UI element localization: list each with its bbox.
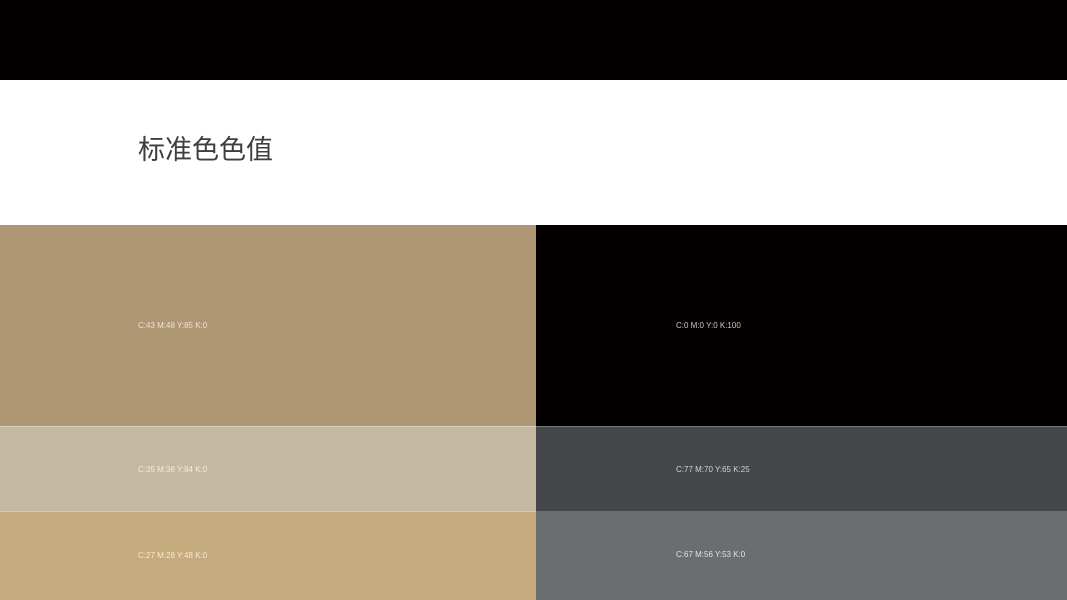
swatch-label: C:43 M:48 Y:85 K:0 [138, 321, 208, 330]
top-bar [0, 0, 1067, 80]
color-swatch-right-2: C:77 M:70 Y:65 K:25 [536, 426, 1067, 511]
color-spec-page: 标准色色值 C:43 M:48 Y:85 K:0 C:35 M:38 Y:84 … [0, 0, 1067, 600]
page-title: 标准色色值 [138, 135, 273, 166]
color-swatch-left-2: C:35 M:38 Y:84 K:0 [0, 426, 536, 511]
swatch-label: C:0 M:0 Y:0 K:100 [676, 321, 741, 330]
color-swatch-left-3: C:27 M:28 Y:48 K:0 [0, 511, 536, 600]
color-swatch-right-1: C:0 M:0 Y:0 K:100 [536, 225, 1067, 426]
swatch-label: C:27 M:28 Y:48 K:0 [138, 551, 208, 560]
title-area: 标准色色值 [0, 80, 1067, 225]
swatch-label: C:77 M:70 Y:65 K:25 [676, 465, 750, 474]
swatch-label: C:35 M:38 Y:84 K:0 [138, 465, 208, 474]
swatch-label: C:67 M:56 Y:53 K:0 [676, 550, 746, 559]
color-swatch-right-3: C:67 M:56 Y:53 K:0 [536, 511, 1067, 600]
color-swatch-left-1: C:43 M:48 Y:85 K:0 [0, 225, 536, 426]
